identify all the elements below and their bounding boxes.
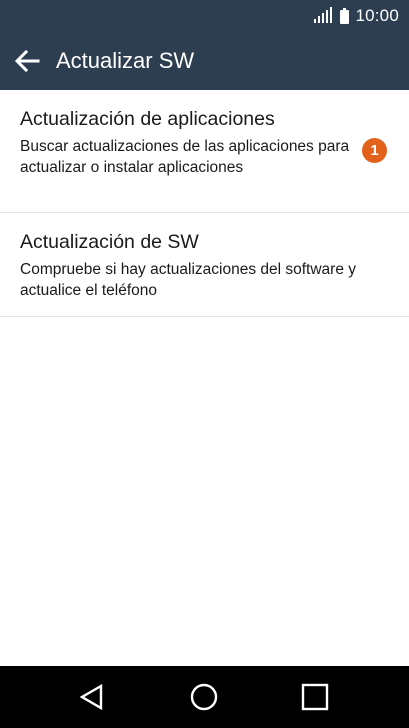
screen: 10:00 Actualizar SW Actualización de apl… <box>0 0 409 728</box>
signal-icon <box>314 7 333 24</box>
home-circle-icon <box>190 683 218 711</box>
navigation-bar <box>0 666 409 728</box>
list-item-summary: Compruebe si hay actualizaciones del sof… <box>20 261 357 299</box>
battery-icon <box>340 8 350 24</box>
list-item-app-updates[interactable]: Actualización de aplicaciones Buscar act… <box>0 90 409 213</box>
nav-home-button[interactable] <box>187 680 221 714</box>
list-item-sw-update[interactable]: Actualización de SW Compruebe si hay act… <box>0 213 409 317</box>
back-triangle-icon <box>79 683 103 711</box>
list-item-title: Actualización de SW <box>20 231 199 253</box>
list-item-summary: Buscar actualizaciones de las aplicacion… <box>20 138 350 176</box>
nav-recents-button[interactable] <box>298 680 332 714</box>
list-item-title: Actualización de aplicaciones <box>20 108 275 130</box>
back-button[interactable] <box>10 44 44 78</box>
status-icons: 10:00 <box>314 0 399 32</box>
notification-badge: 1 <box>362 138 387 163</box>
nav-back-button[interactable] <box>75 680 109 714</box>
app-bar: Actualizar SW <box>0 32 409 90</box>
arrow-left-icon <box>14 50 40 72</box>
settings-list: Actualización de aplicaciones Buscar act… <box>0 90 409 317</box>
page-title: Actualizar SW <box>56 48 195 73</box>
status-clock: 10:00 <box>355 6 399 25</box>
status-bar: 10:00 <box>0 0 409 32</box>
recents-square-icon <box>301 683 329 711</box>
